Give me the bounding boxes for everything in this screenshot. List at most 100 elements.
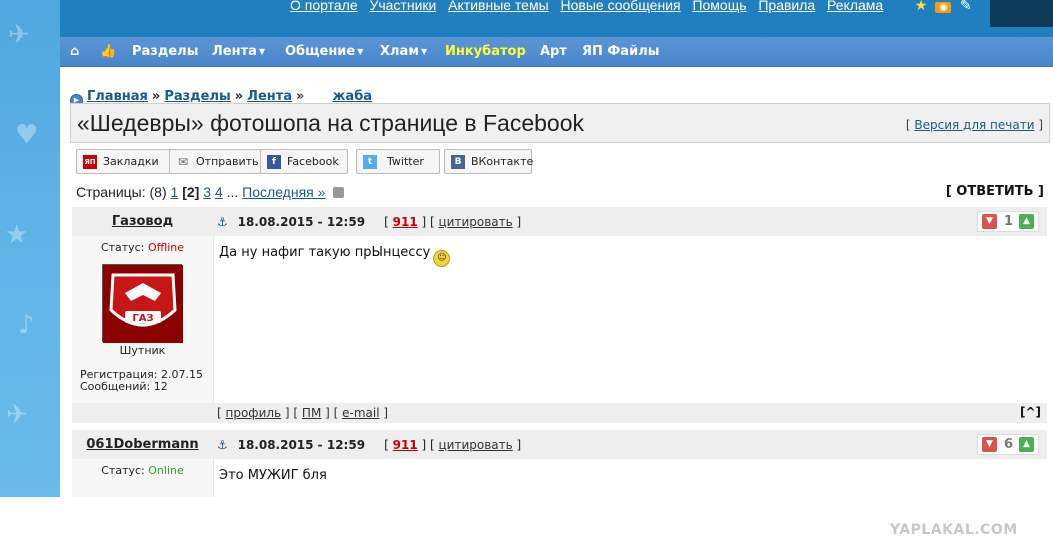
anchor-icon[interactable]: ⚓ <box>217 438 228 452</box>
author-sidebar: Статус: Offline ГАЗ Шутник Регистрация: … <box>72 236 213 403</box>
chevron-down-icon: ▼ <box>258 47 266 56</box>
post-body: Это МУЖИГ бля <box>213 459 1047 497</box>
post-number[interactable]: 911 <box>393 438 418 452</box>
post-date: 18.08.2015 - 12:59 <box>237 215 366 229</box>
home-icon[interactable]: ⌂ <box>70 44 79 59</box>
post-rating: ▼ 6 ▲ <box>977 434 1039 455</box>
pagination-label: Страницы: <box>76 184 146 200</box>
twitter-button[interactable]: t Twitter <box>356 149 440 174</box>
chevron-down-icon: ▼ <box>357 47 364 56</box>
top-link-active-topics[interactable]: Активные темы <box>448 0 549 13</box>
thumbs-up-icon[interactable]: 👍 <box>100 44 116 59</box>
top-links-bar: О портале Участники Активные темы Новые … <box>60 0 1053 37</box>
post-author: 061Dobermann <box>72 430 213 459</box>
smiley-icon: ☺ <box>433 250 451 267</box>
rating-score: 6 <box>1004 437 1014 452</box>
quote-link[interactable]: цитировать <box>439 215 513 229</box>
email-link[interactable]: e-mail <box>342 406 379 420</box>
chevron-down-icon: ▼ <box>420 47 428 56</box>
page-link-1[interactable]: 1 <box>171 184 179 200</box>
top-link-ads[interactable]: Реклама <box>827 0 883 13</box>
avatar: ГАЗ <box>102 264 183 343</box>
author-link[interactable]: 061Dobermann <box>86 437 198 452</box>
post-date: 18.08.2015 - 12:59 <box>237 438 366 452</box>
print-version-link[interactable]: Версия для печати <box>914 118 1034 132</box>
nav-item-sections[interactable]: Разделы <box>132 44 198 59</box>
thumbs-up-icon[interactable]: ▲ <box>1019 437 1034 452</box>
post-text: Да ну нафиг такую прЫнцессу ☺ <box>219 245 451 267</box>
facebook-button[interactable]: f Facebook <box>260 149 348 174</box>
watermark: YAPLAKAL.COM <box>890 522 1018 538</box>
top-link-about[interactable]: О портале <box>290 0 358 13</box>
top-link-help[interactable]: Помощь <box>692 0 746 13</box>
breadcrumb-separator: » <box>234 89 244 104</box>
page-link-3[interactable]: 3 <box>203 184 211 200</box>
vk-button[interactable]: B ВКонтакте <box>444 149 533 174</box>
post-footer-links: [ профиль ] [ ПМ ] [ e-mail ] <box>217 406 389 420</box>
post-number[interactable]: 911 <box>393 215 418 229</box>
reply-button[interactable]: [ ОТВЕТИТЬ ] <box>946 184 1044 199</box>
rating-score: 1 <box>1004 214 1014 229</box>
send-button[interactable]: ✉ Отправить <box>169 149 261 174</box>
print-version: [ Версия для печати ] <box>905 118 1043 132</box>
breadcrumb-feed[interactable]: Лента <box>247 89 292 104</box>
page-link-4[interactable]: 4 <box>215 184 223 200</box>
breadcrumb-separator: » <box>296 89 305 104</box>
thumbs-down-icon[interactable]: ▼ <box>982 214 997 229</box>
breadcrumb-home[interactable]: Главная <box>87 89 148 104</box>
anchor-icon[interactable]: ⚓ <box>217 215 228 229</box>
page-title: «Шедевры» фотошопа на странице в Faceboo… <box>77 110 585 136</box>
nav-item-communication[interactable]: Общение ▼ <box>285 44 363 59</box>
nav-item-feed[interactable]: Лента ▼ <box>212 44 265 59</box>
author-link[interactable]: Газовод <box>112 214 173 229</box>
forum-page: О портале Участники Активные темы Новые … <box>60 0 1053 497</box>
top-right-block <box>990 0 1053 27</box>
gaz-logo-icon: ГАЗ <box>103 265 183 343</box>
nav-item-files[interactable]: ЯП Файлы <box>582 44 659 59</box>
scroll-top-link[interactable]: [^] <box>1020 405 1041 419</box>
top-link-new-messages[interactable]: Новые сообщения <box>561 0 681 13</box>
page-link-last[interactable]: Последняя » <box>242 184 325 200</box>
post: 061Dobermann ⚓ 18.08.2015 - 12:59 [ 911 … <box>72 430 1047 497</box>
top-link-members[interactable]: Участники <box>369 0 436 13</box>
nav-item-art[interactable]: Арт <box>540 44 567 59</box>
quote-link[interactable]: цитировать <box>439 438 513 452</box>
nav-item-junk[interactable]: Хлам ▼ <box>380 44 427 59</box>
top-link-rules[interactable]: Правила <box>758 0 815 13</box>
post-header: Газовод ⚓ 18.08.2015 - 12:59 [ 911 ] [ ц… <box>72 207 1047 236</box>
vk-icon: B <box>451 155 465 169</box>
author-rank: Шутник <box>119 344 166 357</box>
pagination-total: (8) <box>149 184 167 200</box>
thumbs-down-icon[interactable]: ▼ <box>982 437 997 452</box>
heart-decoration: ♥ <box>15 120 39 150</box>
envelope-icon: ✉ <box>177 155 189 169</box>
author-message-count: Сообщений: 12 <box>80 380 168 393</box>
pencil-icon[interactable]: ✎ <box>958 0 974 14</box>
topic-title-panel: «Шедевры» фотошопа на странице в Faceboo… <box>70 103 1050 143</box>
post-footer: [ профиль ] [ ПМ ] [ e-mail ] [^] <box>72 403 1047 423</box>
post-meta: ⚓ 18.08.2015 - 12:59 [ 911 ] [ цитироват… <box>217 215 522 229</box>
note-decoration: ♪ <box>18 310 35 340</box>
profile-link[interactable]: профиль <box>226 406 282 420</box>
airplane-decoration: ✈ <box>8 20 30 50</box>
main-nav: ⌂ 👍 Разделы Лента ▼ Общение ▼ Хлам ▼ Инкуба… <box>60 37 1053 67</box>
pm-link[interactable]: ПМ <box>302 406 321 420</box>
nav-item-incubator[interactable]: Инкубатор <box>445 44 526 59</box>
rss-icon[interactable]: ◉ <box>935 2 952 13</box>
yp-bookmark-icon: ЯП <box>83 155 97 169</box>
page-jump-icon[interactable] <box>333 187 345 198</box>
star-icon[interactable]: ★ <box>913 0 929 14</box>
top-icons: ★ ◉ ✎ <box>913 0 976 14</box>
breadcrumb-current[interactable]: жаба <box>332 89 372 104</box>
author-sidebar: Статус: Online <box>72 459 213 497</box>
pagination: Страницы: (8) 1 [2] 3 4 ... Последняя » <box>76 184 345 200</box>
breadcrumb-separator: » <box>151 89 161 104</box>
breadcrumb-sections[interactable]: Разделы <box>164 89 230 104</box>
facebook-icon: f <box>267 155 281 169</box>
post-author: Газовод <box>72 207 213 236</box>
svg-text:ГАЗ: ГАЗ <box>132 313 153 324</box>
post-text: Это МУЖИГ бля <box>219 468 327 483</box>
thumbs-up-icon[interactable]: ▲ <box>1019 214 1034 229</box>
post-header: 061Dobermann ⚓ 18.08.2015 - 12:59 [ 911 … <box>72 430 1047 459</box>
pagination-ellipsis: ... <box>226 184 239 200</box>
